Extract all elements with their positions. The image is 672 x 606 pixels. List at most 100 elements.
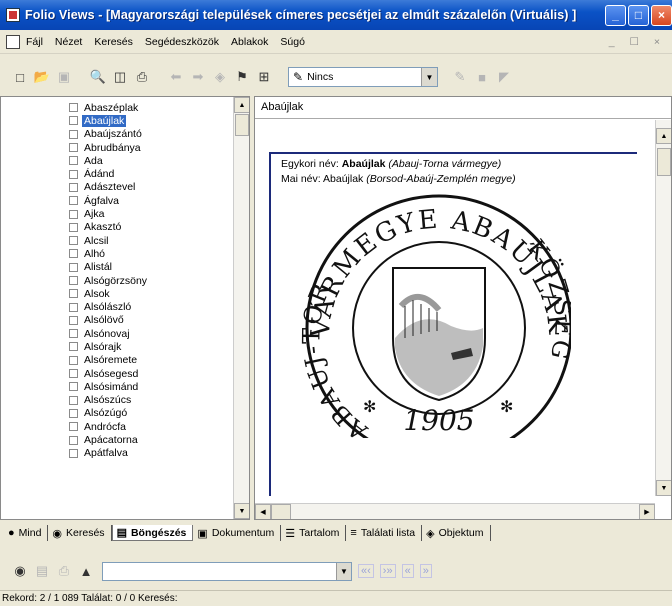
menu-tools[interactable]: Segédeszközök bbox=[145, 36, 219, 48]
checkbox[interactable] bbox=[69, 103, 78, 113]
list-item[interactable]: Abaújszántó bbox=[69, 128, 147, 141]
list-item[interactable]: Alsósimánd bbox=[69, 380, 147, 393]
book-view-icon[interactable]: ◫ bbox=[110, 67, 130, 87]
minimize-button[interactable]: _ bbox=[605, 4, 626, 26]
mdi-window-controls[interactable]: _ ☐ × bbox=[609, 36, 666, 48]
scroll-up-icon[interactable]: ▲ bbox=[656, 128, 671, 144]
scroll-down-icon[interactable]: ▼ bbox=[656, 480, 671, 496]
checkbox[interactable] bbox=[69, 448, 78, 458]
next-hit-icon[interactable]: ›» bbox=[379, 564, 396, 578]
close-button[interactable]: × bbox=[651, 4, 672, 26]
highlighter-combo[interactable]: ✎ Nincs ▼ bbox=[288, 67, 438, 87]
list-item[interactable]: Akasztó bbox=[69, 221, 147, 234]
chevron-down-icon[interactable]: ▼ bbox=[336, 562, 351, 580]
query-builder-icon[interactable]: ▲ bbox=[76, 561, 96, 581]
forward-arrow-icon[interactable]: ➡ bbox=[188, 67, 208, 87]
menu-file[interactable]: Fájl bbox=[26, 36, 43, 48]
new-file-icon[interactable]: □ bbox=[10, 67, 30, 87]
document-horizontal-scrollbar[interactable]: ◀ ▶ bbox=[255, 503, 655, 519]
checkbox[interactable] bbox=[69, 315, 78, 325]
checkbox[interactable] bbox=[69, 289, 78, 299]
checkbox[interactable] bbox=[69, 276, 78, 285]
checkbox[interactable] bbox=[69, 196, 78, 206]
scroll-left-icon[interactable]: ◀ bbox=[255, 504, 271, 519]
query-list-icon[interactable]: ▤ bbox=[32, 561, 52, 581]
checkbox[interactable] bbox=[69, 262, 78, 272]
checkbox[interactable] bbox=[69, 369, 78, 379]
query-input[interactable]: ▼ bbox=[102, 561, 352, 581]
list-item[interactable]: Alistál bbox=[69, 261, 147, 274]
flag-icon[interactable]: ⚑ bbox=[232, 67, 252, 87]
list-item[interactable]: Ágfalva bbox=[69, 194, 147, 207]
menu-search[interactable]: Keresés bbox=[94, 36, 133, 48]
list-scrollbar[interactable]: ▲ ▼ bbox=[233, 97, 249, 519]
checkbox[interactable] bbox=[69, 236, 78, 246]
list-item[interactable]: Alsólövő bbox=[69, 314, 147, 327]
scroll-right-icon[interactable]: ▶ bbox=[639, 504, 655, 519]
print-icon[interactable]: ⎙ bbox=[132, 67, 152, 87]
checkbox[interactable] bbox=[69, 382, 78, 392]
checkbox[interactable] bbox=[69, 156, 78, 166]
first-hit-icon[interactable]: «‹ bbox=[358, 564, 374, 578]
next-record-icon[interactable]: » bbox=[419, 564, 432, 578]
checkbox[interactable] bbox=[69, 143, 78, 153]
list-item[interactable]: Apácatorna bbox=[69, 433, 147, 446]
tab-3[interactable]: ▣ Dokumentum bbox=[193, 525, 282, 541]
scroll-up-icon[interactable]: ▲ bbox=[234, 97, 249, 113]
document-window-icon[interactable] bbox=[6, 34, 20, 49]
checkbox[interactable] bbox=[69, 182, 78, 192]
list-item[interactable]: Ajka bbox=[69, 207, 147, 220]
checkbox[interactable] bbox=[69, 329, 78, 339]
document-vertical-scrollbar[interactable]: ▲ ▼ bbox=[655, 120, 671, 496]
list-item[interactable]: Alsólászló bbox=[69, 300, 147, 313]
list-item[interactable]: Alsógörzsöny bbox=[69, 274, 147, 287]
list-item[interactable]: Alsónovaj bbox=[69, 327, 147, 340]
grid-icon[interactable]: ⊞ bbox=[254, 67, 274, 87]
scroll-thumb[interactable] bbox=[235, 114, 249, 136]
block-icon[interactable]: ■ bbox=[472, 67, 492, 87]
list-item[interactable]: Ádánd bbox=[69, 167, 147, 180]
scroll-down-icon[interactable]: ▼ bbox=[234, 503, 249, 519]
maximize-button[interactable]: □ bbox=[628, 4, 649, 26]
checkbox[interactable] bbox=[69, 395, 78, 405]
tab-2[interactable]: ▤ Böngészés bbox=[111, 525, 194, 541]
menu-help[interactable]: Súgó bbox=[280, 36, 305, 48]
tab-0[interactable]: ● Mind bbox=[4, 525, 49, 541]
checkbox[interactable] bbox=[69, 116, 78, 126]
list-item[interactable]: Abrudbánya bbox=[69, 141, 147, 154]
tab-1[interactable]: ◉ Keresés bbox=[48, 525, 112, 541]
list-item[interactable]: Alhó bbox=[69, 247, 147, 260]
list-item[interactable]: Abaújlak bbox=[69, 114, 147, 127]
list-item[interactable]: Alsózúgó bbox=[69, 407, 147, 420]
checkbox[interactable] bbox=[69, 342, 78, 352]
checkbox[interactable] bbox=[69, 249, 78, 259]
list-item[interactable]: Alcsil bbox=[69, 234, 147, 247]
list-item[interactable]: Alsok bbox=[69, 287, 147, 300]
open-folder-icon[interactable]: 📂 bbox=[32, 67, 52, 87]
checkbox[interactable] bbox=[69, 408, 78, 418]
checkbox[interactable] bbox=[69, 222, 78, 232]
list-item[interactable]: Apátfalva bbox=[69, 447, 147, 460]
list-item[interactable]: Alsósegesd bbox=[69, 367, 147, 380]
tab-4[interactable]: ☰ Tartalom bbox=[281, 525, 347, 541]
tab-5[interactable]: ≡ Találati lista bbox=[346, 525, 423, 541]
preview-icon[interactable]: 🔍 bbox=[88, 67, 108, 87]
checkbox[interactable] bbox=[69, 435, 78, 445]
scroll-thumb[interactable] bbox=[271, 504, 291, 519]
query-print-icon[interactable]: ⎙ bbox=[54, 561, 74, 581]
list-item[interactable]: Abaszéplak bbox=[69, 101, 147, 114]
list-item[interactable]: Adásztevel bbox=[69, 181, 147, 194]
network-icon[interactable]: ◈ bbox=[210, 67, 230, 87]
binoculars-icon[interactable]: ◉ bbox=[10, 561, 30, 581]
tab-6[interactable]: ◈ Objektum bbox=[422, 525, 491, 541]
eraser-icon[interactable]: ◤ bbox=[494, 67, 514, 87]
checkbox[interactable] bbox=[69, 169, 78, 179]
prev-record-icon[interactable]: « bbox=[401, 564, 414, 578]
save-icon[interactable]: ▣ bbox=[54, 67, 74, 87]
menu-view[interactable]: Nézet bbox=[55, 36, 82, 48]
list-item[interactable]: Alsórajk bbox=[69, 340, 147, 353]
checkbox[interactable] bbox=[69, 355, 78, 365]
checkbox[interactable] bbox=[69, 422, 78, 432]
checkbox[interactable] bbox=[69, 302, 78, 312]
pen-icon[interactable]: ✎ bbox=[450, 67, 470, 87]
